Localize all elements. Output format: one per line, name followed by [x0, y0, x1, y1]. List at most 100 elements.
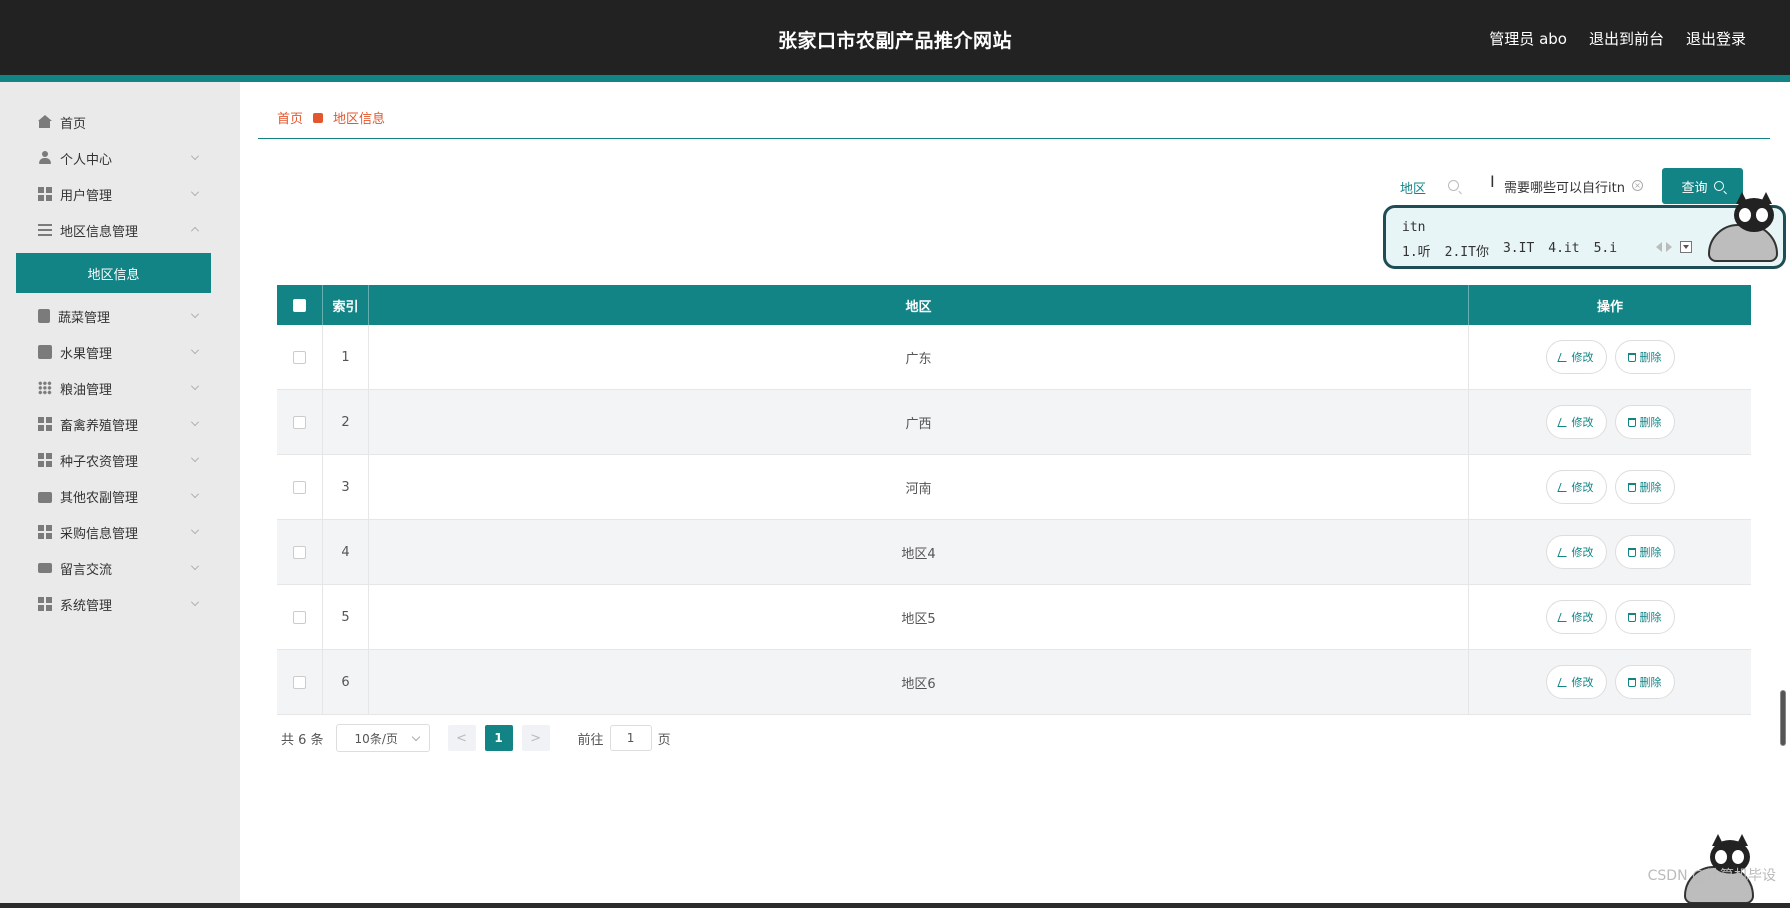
delete-button[interactable]: 删除: [1614, 535, 1675, 569]
delete-button[interactable]: 删除: [1614, 470, 1675, 504]
total-count: 共 6 条: [281, 732, 324, 748]
row-checkbox[interactable]: [293, 545, 306, 559]
goto-page-input[interactable]: [609, 725, 652, 751]
goto-label: 前往: [577, 732, 604, 748]
chevron-down-icon: [191, 490, 199, 498]
user-icon: [38, 151, 52, 165]
sidebar-item-fruits[interactable]: 水果管理: [16, 332, 211, 372]
chevron-down-icon: [191, 188, 199, 196]
delete-button[interactable]: 删除: [1614, 405, 1675, 439]
page-scrollbar[interactable]: [1780, 690, 1786, 746]
edit-button-label: 修改: [1571, 676, 1594, 689]
clear-icon[interactable]: ×: [1632, 180, 1643, 191]
chevron-down-icon: [191, 526, 199, 534]
row-select-cell: [277, 520, 323, 584]
dropdown-icon[interactable]: [1680, 241, 1692, 253]
row-checkbox[interactable]: [293, 675, 306, 689]
sidebar-item-livestock[interactable]: 畜禽养殖管理: [16, 404, 211, 444]
sidebar-item-label: 其他农副管理: [60, 490, 139, 506]
sidebar-item-label: 畜禽养殖管理: [60, 418, 139, 434]
chevron-down-icon: [191, 562, 199, 570]
chevron-up-icon: [191, 227, 199, 235]
edit-button[interactable]: 修改: [1545, 535, 1607, 569]
ime-candidate[interactable]: 5.i: [1594, 241, 1617, 260]
row-select-cell: [277, 390, 323, 454]
ime-candidate[interactable]: 1.听: [1402, 241, 1431, 260]
sidebar-item-label: 采购信息管理: [60, 526, 139, 542]
edit-button-label: 修改: [1571, 546, 1594, 559]
delete-button[interactable]: 删除: [1614, 665, 1675, 699]
row-checkbox[interactable]: [293, 610, 306, 624]
select-all-checkbox[interactable]: [293, 298, 306, 312]
chevron-down-icon: [191, 346, 199, 354]
sidebar-item-messages[interactable]: 留言交流: [16, 548, 211, 588]
video-icon: [38, 563, 52, 573]
text-cursor-icon: I: [1490, 172, 1495, 191]
row-checkbox[interactable]: [293, 415, 306, 429]
trash-icon: [1627, 547, 1636, 557]
sidebar-item-home[interactable]: 首页: [16, 102, 211, 142]
sidebar-item-system[interactable]: 系统管理: [16, 584, 211, 624]
sidebar-item-label: 地区信息管理: [60, 224, 139, 240]
ime-candidate[interactable]: 2.IT你: [1445, 241, 1489, 260]
next-page-button[interactable]: >: [521, 725, 550, 751]
actions-cell: 修改 删除: [1469, 520, 1751, 584]
logout-link[interactable]: 退出登录: [1686, 28, 1746, 49]
home-icon: [38, 115, 52, 129]
breadcrumb-home[interactable]: 首页: [277, 108, 303, 127]
delete-button-label: 删除: [1639, 676, 1662, 689]
sidebar-item-vegetables[interactable]: 蔬菜管理: [16, 296, 211, 336]
current-page-button[interactable]: 1: [484, 725, 513, 751]
prev-page-button[interactable]: <: [447, 725, 476, 751]
sidebar-item-label: 系统管理: [60, 598, 113, 614]
index-cell: 3: [323, 455, 369, 519]
sidebar-item-purchase[interactable]: 采购信息管理: [16, 512, 211, 552]
breadcrumb: 首页 地区信息: [277, 108, 385, 127]
search-icon: [1713, 181, 1724, 191]
edit-icon: [1556, 677, 1570, 687]
trash-icon: [1627, 612, 1636, 622]
actions-cell: 修改 删除: [1469, 325, 1751, 389]
sidebar-item-other-products[interactable]: 其他农副管理: [16, 476, 211, 516]
region-cell: 广东: [369, 325, 1469, 389]
edit-button[interactable]: 修改: [1545, 470, 1607, 504]
admin-user-link[interactable]: 管理员 abo: [1489, 28, 1567, 49]
search-icon: [1448, 180, 1459, 191]
chevron-down-icon: [191, 454, 199, 462]
edit-button-label: 修改: [1571, 611, 1594, 624]
sidebar-item-region-management[interactable]: 地区信息管理: [16, 210, 211, 250]
sidebar-item-seeds[interactable]: 种子农资管理: [16, 440, 211, 480]
sidebar-item-personal-center[interactable]: 个人中心: [16, 138, 211, 178]
table-row: 1 广东 修改 删除: [277, 325, 1751, 390]
ime-candidate[interactable]: 4.it: [1548, 241, 1579, 260]
caret-right-icon[interactable]: [1666, 242, 1672, 252]
delete-button[interactable]: 删除: [1614, 340, 1675, 374]
page-size-select[interactable]: 10条/页: [335, 724, 430, 752]
caret-left-icon[interactable]: [1656, 242, 1662, 252]
delete-button[interactable]: 删除: [1614, 600, 1675, 634]
column-header-index: 索引: [323, 285, 369, 325]
search-input[interactable]: [1500, 170, 1645, 202]
ime-candidate-popup: itn 1.听 2.IT你 3.IT 4.it 5.i: [1383, 192, 1786, 269]
region-cell: 广西: [369, 390, 1469, 454]
cat-mascot-icon: [1704, 192, 1782, 266]
edit-button[interactable]: 修改: [1545, 665, 1607, 699]
grid-icon: [38, 187, 52, 201]
row-checkbox[interactable]: [293, 350, 306, 364]
edit-button[interactable]: 修改: [1545, 405, 1607, 439]
sidebar-item-user-management[interactable]: 用户管理: [16, 174, 211, 214]
exit-to-front-link[interactable]: 退出到前台: [1589, 28, 1664, 49]
region-cell: 地区6: [369, 650, 1469, 714]
ime-candidate[interactable]: 3.IT: [1503, 241, 1534, 260]
table-row: 5 地区5 修改 删除: [277, 585, 1751, 650]
trash-icon: [1627, 482, 1636, 492]
edit-button[interactable]: 修改: [1545, 600, 1607, 634]
sidebar-item-label: 留言交流: [60, 562, 113, 578]
row-checkbox[interactable]: [293, 480, 306, 494]
watermark: CSDN @计算机毕设: [1647, 868, 1776, 884]
edit-icon: [1556, 482, 1570, 492]
sidebar-item-region-info[interactable]: 地区信息: [16, 253, 211, 293]
edit-button[interactable]: 修改: [1545, 340, 1607, 374]
trash-icon: [1627, 677, 1636, 687]
sidebar-item-grain-oil[interactable]: 粮油管理: [16, 368, 211, 408]
